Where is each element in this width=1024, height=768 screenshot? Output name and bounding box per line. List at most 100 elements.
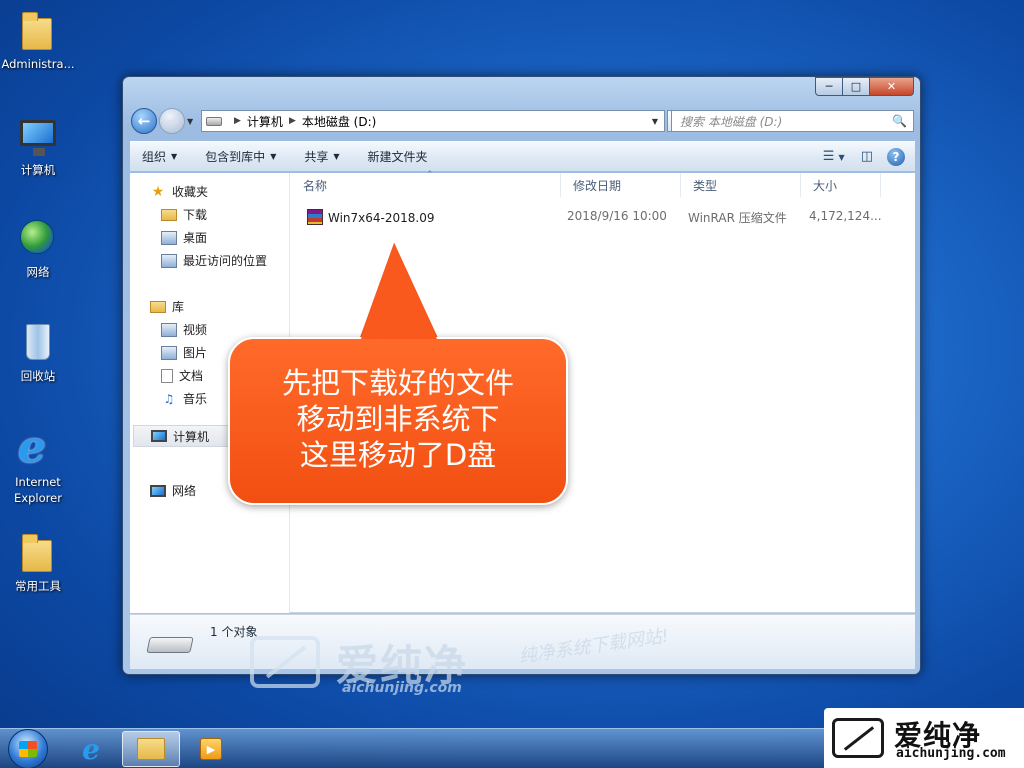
sort-ascending-icon: ⌃ (426, 170, 434, 180)
search-icon[interactable]: 🔍 (892, 114, 907, 128)
back-button[interactable]: ← (131, 108, 157, 134)
file-type: WinRAR 压缩文件 (688, 211, 787, 225)
brand-url: aichunjing.com (896, 746, 1006, 761)
address-bar[interactable]: ▶ 计算机 ▶ 本地磁盘 (D:) ▼ (201, 110, 665, 132)
computer-icon (16, 114, 60, 158)
recycle-bin-icon (16, 320, 60, 364)
drive-icon (206, 116, 222, 126)
desktop-icon (161, 230, 177, 245)
taskbar-ie[interactable]: e (62, 731, 120, 767)
desktop-icon-computer[interactable]: 计算机 (0, 114, 76, 178)
ie-icon: e (82, 732, 100, 766)
callout-line: 移动到非系统下 (296, 402, 500, 436)
start-button[interactable] (8, 729, 48, 768)
command-bar: 组织 ▼ 包含到库中 ▼ 共享 ▼ 新建文件夹 ☰ ▼ ◫ ? (130, 141, 915, 172)
search-placeholder: 搜索 本地磁盘 (D:) (680, 114, 783, 129)
nav-label: 下载 (183, 208, 208, 222)
picture-icon (161, 345, 177, 360)
chevron-down-icon: ▼ (270, 152, 277, 161)
nav-label: 最近访问的位置 (183, 254, 268, 268)
nav-label: 库 (172, 300, 185, 314)
file-row[interactable]: Win7x64-2018.09 2018/9/16 10:00 WinRAR 压… (291, 207, 915, 227)
view-options-icon[interactable]: ☰ ▼ (823, 149, 845, 164)
column-header-type[interactable]: 类型 (681, 173, 801, 197)
breadcrumb-chevron-icon[interactable]: ▶ (289, 116, 296, 126)
folder-icon (137, 738, 165, 760)
address-dropdown-icon[interactable]: ▼ (652, 117, 658, 126)
chevron-down-icon: ▼ (171, 152, 178, 161)
desktop-icon-label: 网络 (26, 265, 50, 279)
taskbar-media-player[interactable]: ▶ (182, 731, 240, 767)
callout-line: 这里移动了D盘 (299, 438, 497, 472)
column-header-name[interactable]: 名称 ⌃ (291, 170, 561, 197)
minimize-button[interactable]: ─ (815, 77, 843, 96)
organize-label: 组织 (142, 150, 167, 164)
desktop-icon-network[interactable]: 网络 (0, 216, 76, 280)
breadcrumb-drive-d[interactable]: 本地磁盘 (D:) (302, 113, 376, 130)
desktop-icon-recycle-bin[interactable]: 回收站 (0, 320, 76, 384)
ie-icon: e (18, 422, 46, 473)
file-modified: 2018/9/16 10:00 (567, 209, 667, 223)
hard-drive-icon (146, 637, 194, 653)
nav-label: 计算机 (173, 429, 210, 444)
forward-button[interactable]: → (159, 108, 185, 134)
nav-label: 网络 (172, 484, 197, 498)
instruction-callout: 先把下载好的文件 移动到非系统下 这里移动了D盘 (228, 337, 568, 505)
computer-icon (151, 430, 167, 442)
media-player-icon: ▶ (200, 738, 222, 760)
brand-logo-icon (832, 718, 884, 758)
preview-pane-icon[interactable]: ◫ (861, 149, 873, 164)
document-icon (161, 368, 173, 383)
new-folder-button[interactable]: 新建文件夹 (354, 142, 442, 171)
music-icon: ♫ (163, 391, 175, 406)
nav-desktop[interactable]: 桌面 (161, 229, 207, 246)
help-icon[interactable]: ? (887, 147, 905, 166)
include-in-library-menu[interactable]: 包含到库中 ▼ (191, 142, 290, 171)
library-icon (150, 300, 166, 313)
nav-label: 桌面 (183, 231, 208, 245)
callout-line: 先把下载好的文件 (281, 366, 514, 400)
nav-label: 图片 (183, 346, 208, 360)
desktop-icon-administrator[interactable]: Administra... (0, 8, 76, 72)
file-name-cell: Win7x64-2018.09 (307, 209, 435, 225)
user-folder-icon (16, 8, 60, 52)
column-label: 类型 (693, 178, 718, 193)
column-label: 名称 (303, 178, 328, 193)
nav-videos[interactable]: 视频 (161, 321, 207, 338)
include-in-library-label: 包含到库中 (205, 150, 266, 164)
desktop-icon-label: Internet Explorer (14, 475, 62, 505)
nav-recent-places[interactable]: 最近访问的位置 (161, 252, 267, 269)
nav-downloads[interactable]: 下载 (161, 206, 207, 223)
file-name: Win7x64-2018.09 (328, 211, 435, 225)
search-input[interactable]: 搜索 本地磁盘 (D:) 🔍 (671, 110, 914, 132)
watermark-url: aichunjing.com (342, 680, 462, 696)
breadcrumb-computer[interactable]: 计算机 (247, 113, 283, 130)
organize-menu[interactable]: 组织 ▼ (130, 142, 191, 171)
chevron-down-icon: ▼ (333, 152, 340, 161)
share-menu[interactable]: 共享 ▼ (290, 142, 353, 171)
taskbar-explorer[interactable] (122, 731, 180, 767)
nav-libraries[interactable]: 库 (150, 298, 184, 315)
item-count: 1 个对象 (210, 625, 258, 639)
breadcrumb-chevron-icon[interactable]: ▶ (234, 116, 241, 126)
desktop-icon-internet-explorer[interactable]: e Internet Explorer (0, 426, 76, 506)
nav-music[interactable]: ♫ 音乐 (161, 390, 207, 407)
view-controls: ☰ ▼ ◫ ? (815, 147, 915, 166)
close-button[interactable]: ✕ (869, 77, 914, 96)
network-icon (150, 484, 166, 497)
column-header-size[interactable]: 大小 (801, 173, 881, 197)
desktop-icon-tools-folder[interactable]: 常用工具 (0, 530, 76, 594)
winrar-archive-icon (307, 209, 323, 225)
nav-network[interactable]: 网络 (150, 482, 196, 499)
nav-pictures[interactable]: 图片 (161, 344, 207, 361)
star-icon: ★ (151, 183, 165, 200)
recent-pages-dropdown[interactable]: ▼ (187, 117, 193, 126)
column-header-modified[interactable]: 修改日期 (561, 173, 681, 197)
nav-label: 视频 (183, 323, 208, 337)
folder-icon (16, 530, 60, 574)
desktop-icon-label: 常用工具 (15, 579, 61, 593)
maximize-button[interactable]: □ (842, 77, 870, 96)
desktop-icon-label: Administra... (1, 57, 75, 71)
nav-documents[interactable]: 文档 (161, 367, 203, 384)
nav-favorites[interactable]: ★ 收藏夹 (150, 183, 208, 200)
